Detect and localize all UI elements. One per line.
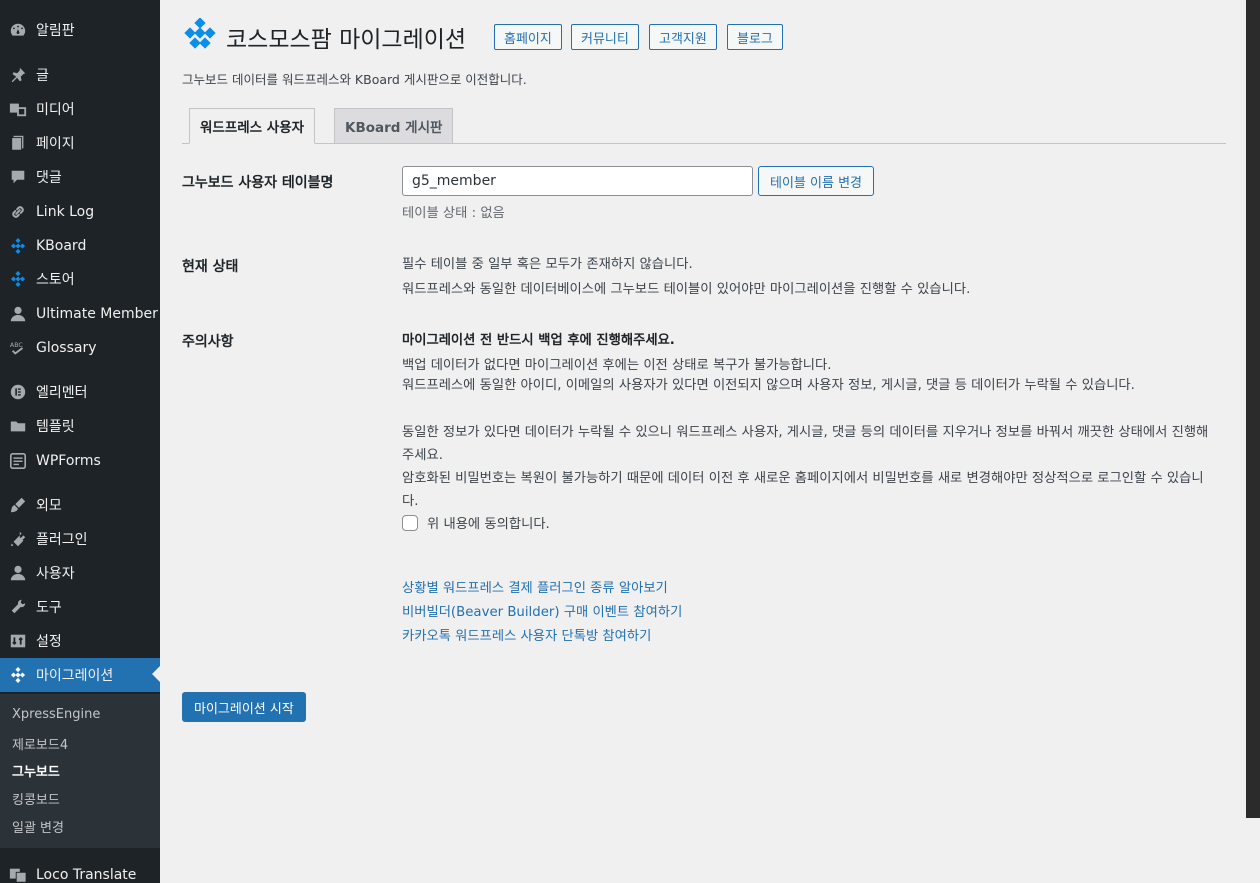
submenu-item-bulk-change[interactable]: 일괄 변경 [12,817,64,836]
plugin-icon [8,529,28,549]
sidebar-item-label: Ultimate Member [36,306,158,322]
link-payment-plugins[interactable]: 상황별 워드프레스 결제 플러그인 종류 알아보기 [402,577,668,596]
status-line-1: 필수 테이블 중 일부 혹은 모두가 존재하지 않습니다. [402,257,693,272]
dashboard-icon [8,20,28,40]
sidebar-item-glossary[interactable]: ABC Glossary [0,331,160,365]
sidebar-item-label: Link Log [36,204,95,220]
caution-heading: 마이그레이션 전 반드시 백업 후에 진행해주세요. [402,333,675,348]
rename-table-button[interactable]: 테이블 이름 변경 [758,166,874,196]
sidebar-item-pages[interactable]: 페이지 [0,126,160,160]
homepage-button[interactable]: 홈페이지 [494,24,562,50]
sidebar-item-templates[interactable]: 템플릿 [0,409,160,443]
users-icon [8,563,28,583]
tab-kboard[interactable]: KBoard 게시판 [334,108,454,144]
translate-icon [8,865,28,883]
migration-submenu: XpressEngine 제로보드4 그누보드 킹콩보드 일괄 변경 [0,694,160,848]
admin-sidebar: 알림판 글 미디어 페이지 댓글 Link Log KBoard 스토어 Ult… [0,0,160,883]
agree-checkbox[interactable] [402,514,418,531]
sidebar-item-loco-translate[interactable]: Loco Translate [0,858,160,883]
sidebar-item-label: 페이지 [36,136,75,152]
current-status-label: 현재 상태 [182,259,239,275]
submenu-item-zeroboard4[interactable]: 제로보드4 [12,734,68,753]
sidebar-item-elementor[interactable]: 엘리멘터 [0,375,160,409]
sidebar-item-label: KBoard [36,238,87,254]
comment-icon [8,167,28,187]
sidebar-item-label: 엘리멘터 [36,385,88,401]
agree-row: 위 내용에 동의합니다. [402,513,550,532]
sidebar-item-label: 사용자 [36,566,75,582]
sidebar-item-label: 글 [36,68,49,84]
sidebar-item-label: 도구 [36,600,62,616]
status-line-2: 워드프레스와 동일한 데이터베이스에 그누보드 테이블이 있어야만 마이그레이션… [402,282,971,297]
table-name-label: 그누보드 사용자 테이블명 [182,175,334,191]
sidebar-item-label: 외모 [36,498,62,514]
caution-line-2: 워드프레스에 동일한 아이디, 이메일의 사용자가 있다면 이전되지 않으며 사… [402,378,1135,393]
sidebar-item-label: 설정 [36,634,62,650]
agree-label: 위 내용에 동의합니다. [427,517,550,532]
page-title: 코스모스팜 마이그레이션 [226,27,467,53]
page-description: 그누보드 데이터를 워드프레스와 KBoard 게시판으로 이전합니다. [182,72,527,87]
caution-line-1: 백업 데이터가 없다면 마이그레이션 후에는 이전 상태로 복구가 불가능합니다… [402,358,832,373]
sidebar-item-kboard[interactable]: KBoard [0,229,160,263]
sidebar-item-appearance[interactable]: 외모 [0,488,160,522]
caution-line-3: 동일한 정보가 있다면 데이터가 누락될 수 있으니 워드프레스 사용자, 게시… [402,425,1209,463]
community-button[interactable]: 커뮤니티 [571,24,639,50]
link-kakaotalk-chat[interactable]: 카카오톡 워드프레스 사용자 단톡방 참여하기 [402,625,651,644]
sidebar-item-migration[interactable]: 마이그레이션 [0,658,160,692]
link-beaver-builder[interactable]: 비버빌더(Beaver Builder) 구매 이벤트 참여하기 [402,601,682,620]
settings-icon [8,631,28,651]
forms-icon [8,451,28,471]
sidebar-item-tools[interactable]: 도구 [0,590,160,624]
sidebar-item-label: 스토어 [36,272,75,288]
start-migration-button[interactable]: 마이그레이션 시작 [182,692,306,722]
link-icon [8,202,28,222]
sidebar-item-settings[interactable]: 설정 [0,624,160,658]
media-icon [8,99,28,119]
main-content: 코스모스팜 마이그레이션 홈페이지 커뮤니티 고객지원 블로그 그누보드 데이터… [160,0,1246,883]
wrench-icon [8,597,28,617]
tab-wordpress-users[interactable]: 워드프레스 사용자 [189,108,316,144]
kboard-icon [8,236,28,256]
caution-line-4: 암호화된 비밀번호는 복원이 불가능하기 때문에 데이터 이전 후 새로운 홈페… [402,471,1204,509]
elementor-icon [8,382,28,402]
submenu-item-kingkongboard[interactable]: 킹콩보드 [12,789,60,808]
blog-button[interactable]: 블로그 [727,24,783,50]
scrollbar-thumb[interactable] [1246,0,1260,818]
sidebar-item-comments[interactable]: 댓글 [0,160,160,194]
sidebar-item-ultimate-member[interactable]: Ultimate Member [0,297,160,331]
sidebar-item-label: 플러그인 [36,532,88,548]
sidebar-item-label: WPForms [36,453,101,469]
store-icon [8,269,28,289]
table-status-text: 테이블 상태 : 없음 [402,206,505,221]
pin-icon [8,65,28,85]
sidebar-item-label: 마이그레이션 [36,668,114,684]
sidebar-item-dashboard[interactable]: 알림판 [0,13,160,47]
cosmosfarm-logo-icon [184,18,216,49]
glossary-icon: ABC [8,338,28,358]
sidebar-item-wpforms[interactable]: WPForms [0,444,160,478]
sidebar-item-users[interactable]: 사용자 [0,556,160,590]
support-button[interactable]: 고객지원 [649,24,717,50]
submenu-item-gnuboard[interactable]: 그누보드 [12,761,60,780]
sidebar-item-media[interactable]: 미디어 [0,92,160,126]
table-name-input[interactable] [402,166,753,196]
user-icon [8,304,28,324]
sidebar-item-label: Loco Translate [36,867,137,883]
brush-icon [8,495,28,515]
submenu-item-xpressengine[interactable]: XpressEngine [12,707,100,722]
sidebar-item-label: 알림판 [36,23,75,39]
sidebar-item-label: 미디어 [36,102,75,118]
sidebar-item-label: Glossary [36,340,97,356]
caution-label: 주의사항 [182,334,234,350]
migration-icon [8,665,28,685]
folder-icon [8,416,28,436]
sidebar-item-store[interactable]: 스토어 [0,262,160,296]
sidebar-item-posts[interactable]: 글 [0,58,160,92]
page-icon [8,133,28,153]
sidebar-item-label: 템플릿 [36,419,75,435]
sidebar-item-label: 댓글 [36,170,62,186]
sidebar-item-link-log[interactable]: Link Log [0,195,160,229]
sidebar-item-plugins[interactable]: 플러그인 [0,522,160,556]
